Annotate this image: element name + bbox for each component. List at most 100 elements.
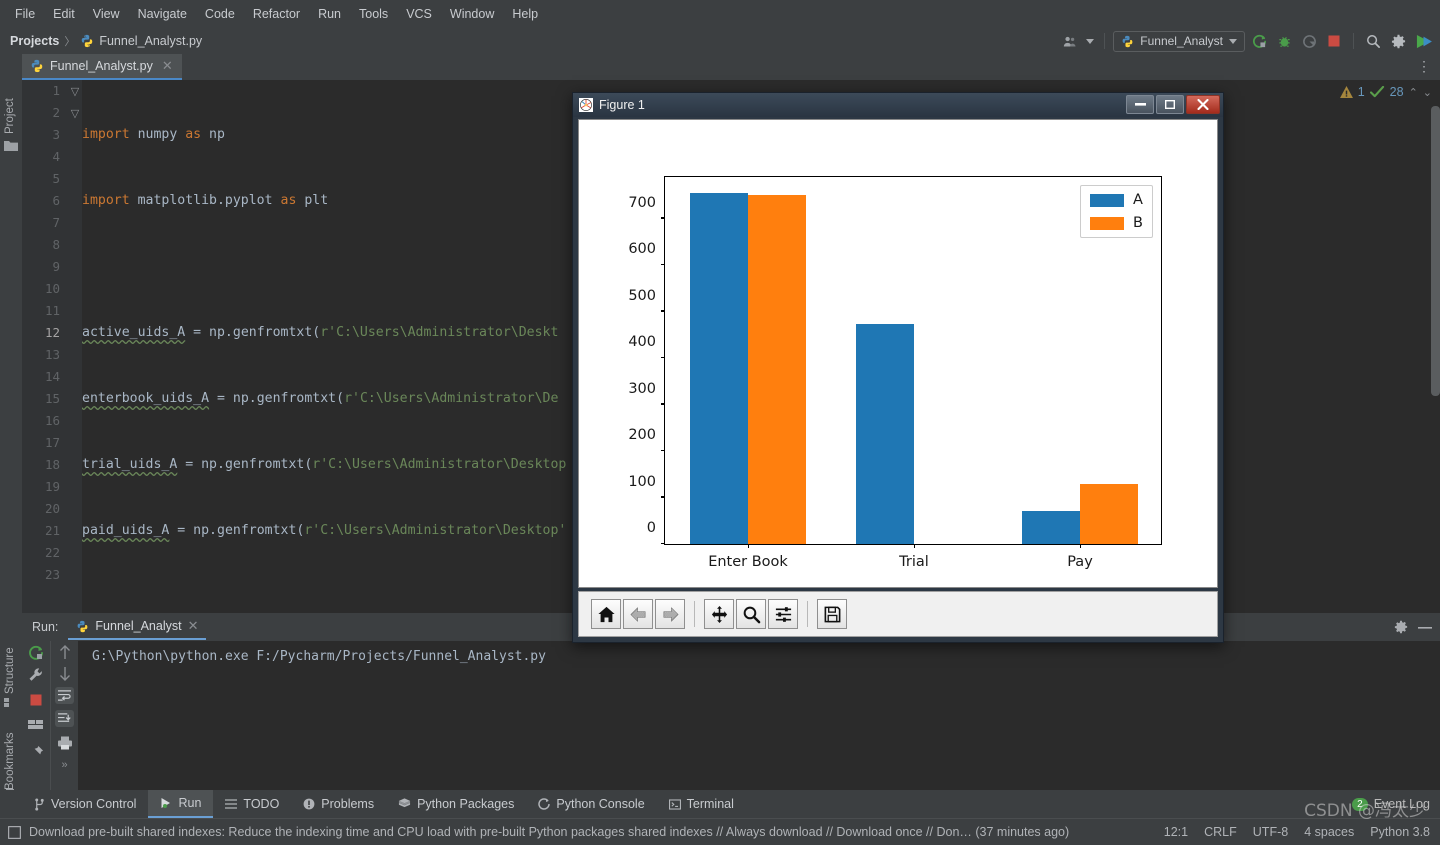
breadcrumb-project[interactable]: Projects (10, 34, 59, 48)
bar-A-enter-book (690, 192, 748, 544)
bottom-tab-terminal[interactable]: Terminal (657, 790, 746, 818)
event-log-area[interactable]: 2 Event Log (1352, 797, 1430, 811)
user-account-icon[interactable] (1059, 31, 1081, 51)
search-icon[interactable] (1362, 31, 1384, 51)
gear-icon[interactable] (1387, 31, 1409, 51)
check-icon (1369, 86, 1385, 98)
chevron-up-icon[interactable]: ⌃ (1409, 86, 1418, 99)
editor-options-kebab-icon[interactable]: ⋮ (1417, 58, 1432, 75)
menu-item-view[interactable]: View (84, 3, 129, 25)
forward-arrow-icon[interactable] (655, 599, 685, 629)
menu-item-file[interactable]: File (6, 3, 44, 25)
scroll-to-end-icon[interactable] (55, 710, 74, 727)
console-line: G:\Python\python.exe F:/Pycharm/Projects… (92, 649, 546, 664)
toolbar-separator (694, 601, 695, 627)
legend-entry-a: A (1090, 192, 1143, 208)
arrow-up-icon[interactable] (58, 645, 72, 660)
menu-item-run[interactable]: Run (309, 3, 350, 25)
close-button[interactable] (1186, 95, 1220, 114)
menu-item-edit[interactable]: Edit (44, 3, 84, 25)
stop-button[interactable] (1323, 31, 1345, 51)
indent-setting[interactable]: 4 spaces (1304, 825, 1354, 839)
menu-item-help[interactable]: Help (503, 3, 547, 25)
maximize-button[interactable] (1156, 95, 1184, 114)
save-icon[interactable] (817, 599, 847, 629)
status-message[interactable]: Download pre-built shared indexes: Reduc… (29, 825, 1069, 839)
warning-count: 1 (1357, 85, 1365, 99)
soft-wrap-icon[interactable] (55, 687, 74, 704)
code-folding-column[interactable]: ▽ ▽ (68, 80, 82, 613)
menu-item-window[interactable]: Window (441, 3, 503, 25)
configure-subplots-icon[interactable] (768, 599, 798, 629)
run-configuration-selector[interactable]: Funnel_Analyst (1113, 30, 1245, 52)
file-encoding[interactable]: UTF-8 (1253, 825, 1288, 839)
home-icon[interactable] (591, 599, 621, 629)
pan-icon[interactable] (704, 599, 734, 629)
bottom-tab-python-packages[interactable]: Python Packages (386, 790, 526, 818)
chevron-down-icon[interactable] (1229, 38, 1237, 44)
caret-position[interactable]: 12:1 (1164, 825, 1188, 839)
bottom-tab-label: Problems (321, 797, 375, 811)
figure-canvas[interactable]: 0 100 200 300 400 500 600 700 Enter Book… (578, 119, 1218, 588)
more-actions-icon[interactable]: » (61, 759, 67, 771)
tool-window-bookmarks[interactable]: Bookmarks (0, 710, 21, 790)
stop-icon[interactable] (29, 693, 43, 707)
legend-entry-b: B (1090, 215, 1143, 231)
figure-title-bar[interactable]: Figure 1 (573, 93, 1223, 117)
tool-window-structure[interactable]: Structure (0, 610, 21, 694)
user-dropdown-chevron-icon[interactable] (1084, 31, 1096, 51)
minimize-icon[interactable] (1418, 626, 1432, 629)
run-configuration-label: Funnel_Analyst (1140, 34, 1223, 48)
run-button[interactable] (1248, 31, 1270, 51)
nav-toolbar: Funnel_Analyst (1059, 28, 1434, 54)
search-everywhere-play-icon[interactable] (1412, 31, 1434, 51)
bottom-tab-run[interactable]: Run (148, 790, 214, 818)
legend-swatch-b (1090, 216, 1125, 230)
back-arrow-icon[interactable] (623, 599, 653, 629)
bottom-tab-problems[interactable]: Problems (291, 790, 386, 818)
settings-wrench-icon[interactable] (28, 667, 44, 683)
python-interpreter[interactable]: Python 3.8 (1370, 825, 1430, 839)
debug-button[interactable] (1273, 31, 1295, 51)
bottom-tab-python-console[interactable]: Python Console (526, 790, 656, 818)
legend-label-b: B (1133, 215, 1143, 231)
run-console-output[interactable]: G:\Python\python.exe F:/Pycharm/Projects… (78, 641, 1440, 790)
editor-scrollbar[interactable] (1431, 106, 1440, 396)
minimize-button[interactable] (1126, 95, 1154, 114)
bottom-tab-todo[interactable]: TODO (213, 790, 291, 818)
arrow-down-icon[interactable] (58, 666, 72, 681)
gear-icon[interactable] (1394, 620, 1408, 634)
editor-tab-funnel-analyst[interactable]: Funnel_Analyst.py ✕ (22, 54, 182, 80)
bottom-tab-version-control[interactable]: Version Control (22, 790, 148, 818)
run-with-coverage-button[interactable] (1298, 31, 1320, 51)
menu-item-refactor[interactable]: Refactor (244, 3, 309, 25)
matplotlib-figure-window[interactable]: Figure 1 0 100 200 300 400 500 600 700 E… (572, 92, 1224, 643)
breadcrumb-file[interactable]: Funnel_Analyst.py (99, 34, 202, 48)
ytick-label: 0 (646, 520, 656, 536)
menu-item-vcs[interactable]: VCS (397, 3, 441, 25)
structure-icon (4, 697, 17, 708)
close-icon[interactable]: ✕ (162, 58, 173, 74)
menu-item-navigate[interactable]: Navigate (129, 3, 196, 25)
menu-item-code[interactable]: Code (196, 3, 244, 25)
pin-icon[interactable] (29, 745, 44, 760)
figure-window-title: Figure 1 (599, 98, 645, 112)
close-icon[interactable]: ✕ (188, 618, 199, 634)
inspection-widget[interactable]: 1 28 ⌃ ⌄ (1339, 85, 1432, 99)
chevron-down-icon[interactable]: ⌄ (1423, 86, 1432, 99)
print-icon[interactable] (57, 736, 73, 750)
line-separator[interactable]: CRLF (1204, 825, 1237, 839)
fold-marker-1[interactable]: ▽ (68, 80, 82, 102)
ytick-label: 100 (628, 473, 656, 490)
run-console-body: » G:\Python\python.exe F:/Pycharm/Projec… (22, 641, 1440, 790)
zoom-icon[interactable] (736, 599, 766, 629)
folder-icon (4, 140, 18, 152)
run-session-tab[interactable]: Funnel_Analyst ✕ (68, 614, 207, 640)
rerun-icon[interactable] (28, 645, 44, 661)
notification-icon[interactable] (8, 825, 21, 839)
bottom-tab-label: TODO (243, 797, 280, 811)
fold-marker-2[interactable]: ▽ (68, 102, 82, 124)
tool-window-project[interactable]: Project (0, 60, 21, 134)
layout-icon[interactable] (28, 719, 44, 731)
menu-item-tools[interactable]: Tools (350, 3, 397, 25)
